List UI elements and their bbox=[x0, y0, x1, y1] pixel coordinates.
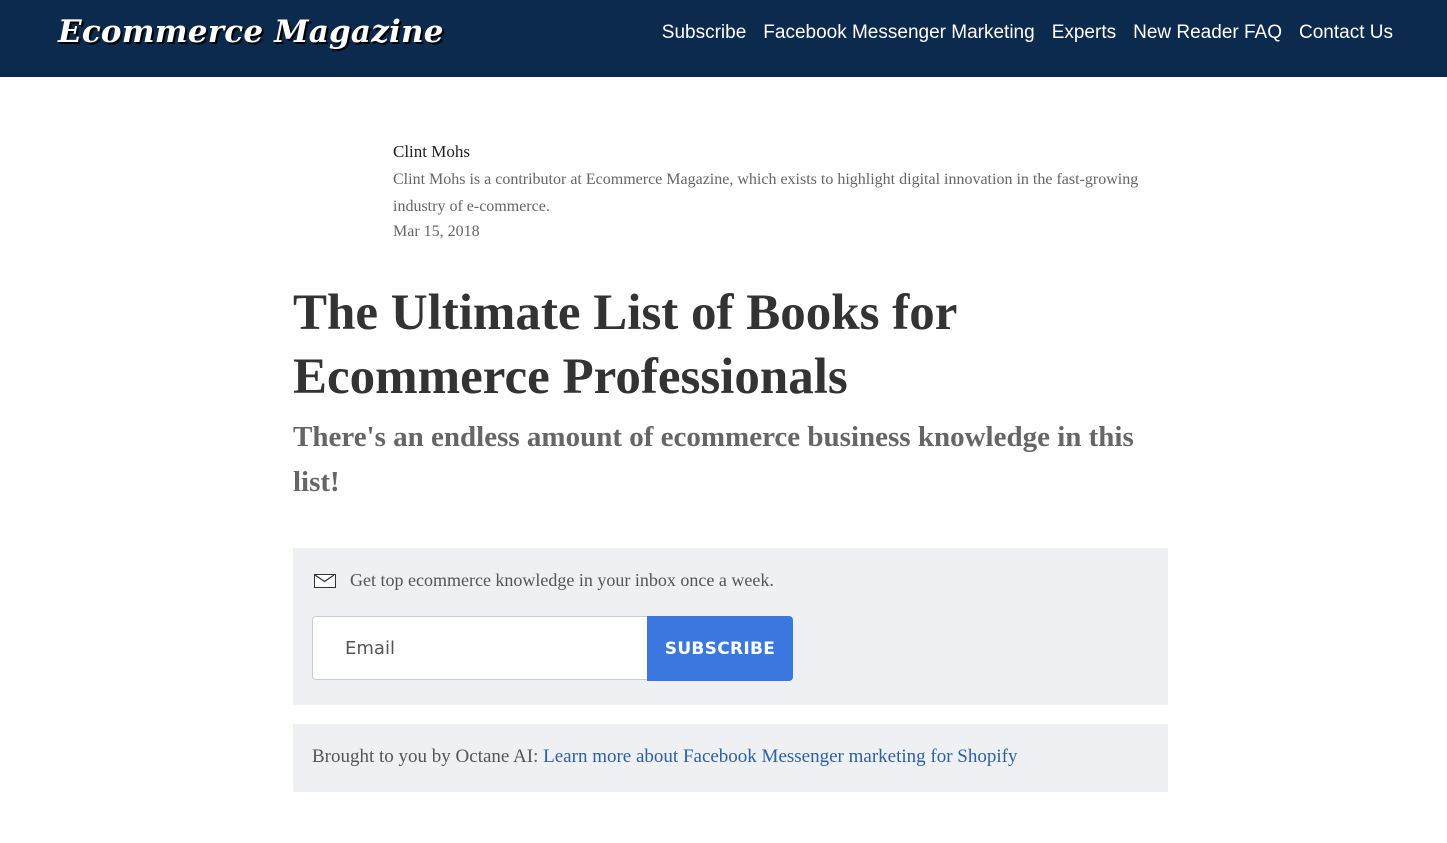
author-name[interactable]: Clint Mohs bbox=[393, 142, 1173, 162]
sponsor-link[interactable]: Learn more about Facebook Messenger mark… bbox=[543, 746, 1017, 767]
nav-item-facebook-messenger-marketing[interactable]: Facebook Messenger Marketing bbox=[763, 22, 1034, 44]
newsletter-signup: Get top ecommerce knowledge in your inbo… bbox=[293, 548, 1168, 705]
newsletter-message: Get top ecommerce knowledge in your inbo… bbox=[350, 570, 774, 590]
envelope-icon bbox=[314, 573, 336, 588]
nav-item-subscribe[interactable]: Subscribe bbox=[662, 22, 747, 44]
nav-item-contact-us[interactable]: Contact Us bbox=[1299, 22, 1393, 44]
author-bio: Clint Mohs is a contributor at Ecommerce… bbox=[393, 171, 1139, 215]
sponsor-banner: Brought to you by Octane AI: Learn more … bbox=[293, 724, 1168, 792]
site-header: Ecommerce Magazine Subscribe Facebook Me… bbox=[0, 0, 1447, 77]
email-input[interactable] bbox=[312, 616, 648, 680]
newsletter-message-row: Get top ecommerce knowledge in your inbo… bbox=[314, 570, 774, 591]
site-logo[interactable]: Ecommerce Magazine bbox=[58, 14, 444, 50]
article-title: The Ultimate List of Books for Ecommerce… bbox=[293, 285, 957, 405]
post-date: Mar 15, 2018 bbox=[393, 223, 480, 240]
subscribe-button[interactable]: SUBSCRIBE bbox=[647, 616, 793, 681]
nav-item-new-reader-faq[interactable]: New Reader FAQ bbox=[1133, 22, 1282, 44]
main-nav: Subscribe Facebook Messenger Marketing E… bbox=[645, 22, 1393, 44]
sponsor-prefix: Brought to you by Octane AI: bbox=[312, 746, 544, 767]
author-block: Clint Mohs Clint Mohs is a contributor a… bbox=[393, 142, 1173, 243]
article-subtitle: There's an endless amount of ecommerce b… bbox=[293, 421, 1134, 498]
nav-item-experts[interactable]: Experts bbox=[1052, 22, 1116, 44]
